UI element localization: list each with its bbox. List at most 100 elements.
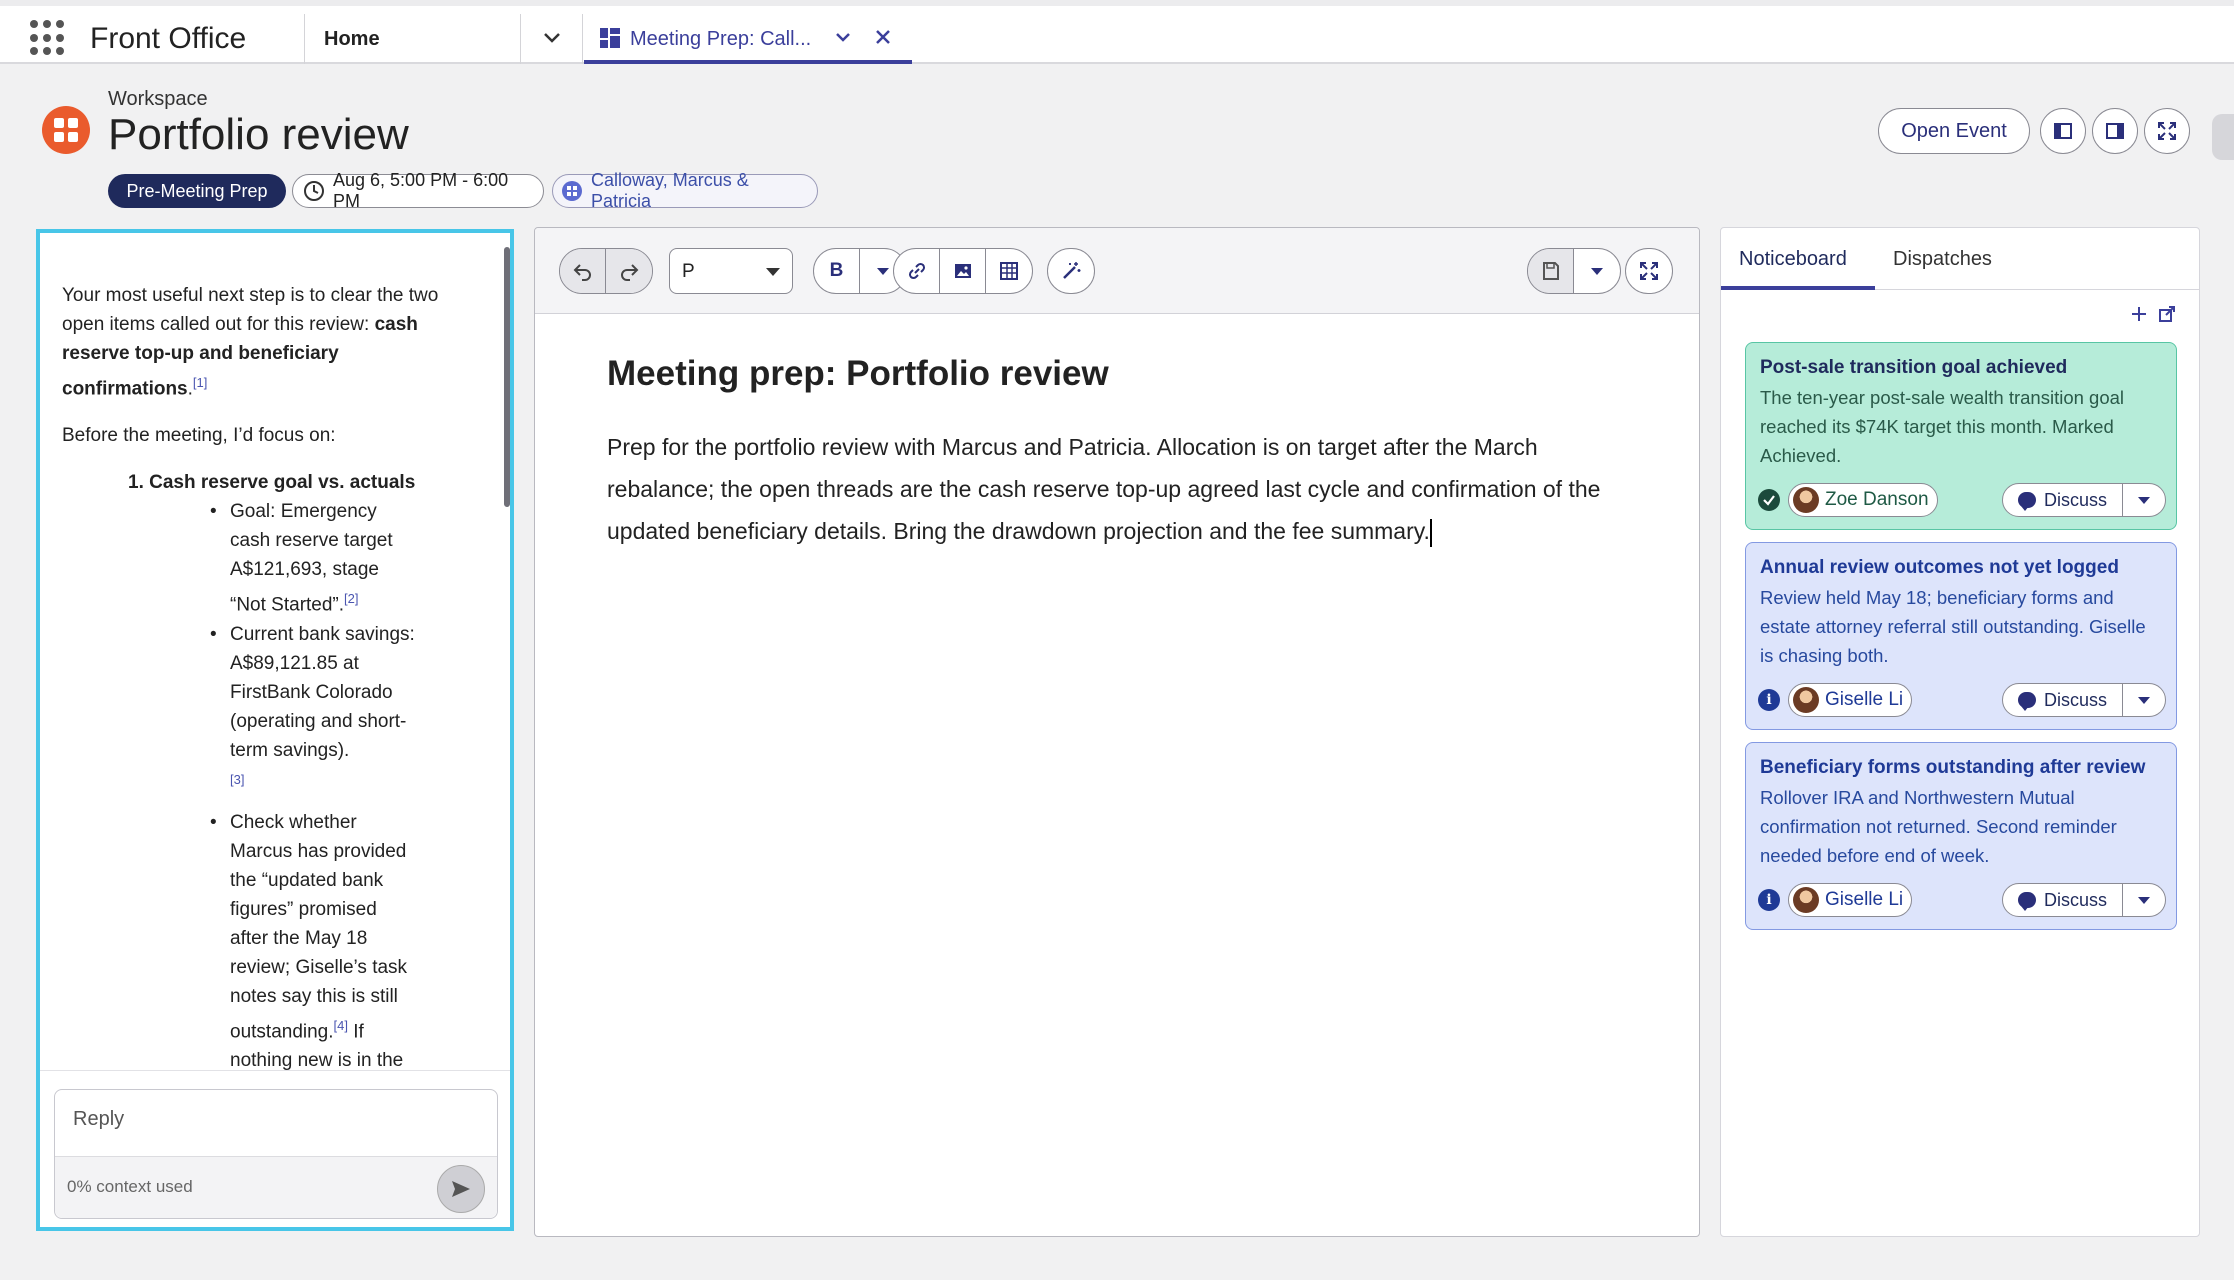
right-panel-toggle-icon[interactable] [2092,108,2138,154]
discuss-menu-dropdown[interactable] [2123,484,2165,516]
notice-card[interactable]: Annual review outcomes not yet logged Re… [1745,542,2177,730]
avatar [1793,887,1819,913]
save-button[interactable] [1528,249,1574,293]
notice-card[interactable]: Post-sale transition goal achieved The t… [1745,342,2177,530]
paragraph-format-select[interactable]: P [669,248,793,294]
discuss-menu-dropdown[interactable] [2123,684,2165,716]
bullet-item: Goal: Emergency cash reserve target A$12… [210,497,420,619]
document-body-text: Prep for the portfolio review with Marcu… [607,434,1601,544]
avatar [1793,487,1819,513]
send-icon [452,1181,470,1197]
global-nav: Front Office Home Meeting Prep: Call... [0,0,2234,64]
stage-pill[interactable]: Pre-Meeting Prep [108,174,286,208]
add-icon[interactable] [2129,304,2149,324]
discuss-button[interactable]: Discuss [2003,884,2123,916]
open-external-icon[interactable] [2157,304,2177,324]
discuss-button[interactable]: Discuss [2003,484,2123,516]
document-title[interactable]: Meeting prep: Portfolio review [607,354,1109,394]
table-icon [1000,262,1018,280]
tab-noticeboard[interactable]: Noticeboard [1739,248,1847,271]
undo-button[interactable] [560,249,606,293]
notice-actions [2129,304,2177,324]
app-launcher-icon[interactable] [30,20,66,56]
assignee-chip[interactable]: Giselle Li [1788,683,1913,717]
assistant-conversation[interactable]: Your most useful next step is to clear t… [40,233,510,1071]
notice-body: Review held May 18; beneficiary forms an… [1760,587,2146,666]
info-icon: i [1758,889,1780,911]
page-title: Portfolio review [108,110,409,159]
citation-link[interactable]: [3] [230,772,244,787]
assignee-name: Giselle Li [1825,689,1904,710]
caret-down-icon [2138,497,2150,504]
tab-dispatches[interactable]: Dispatches [1893,248,1992,271]
people-pill[interactable]: Calloway, Marcus & Patricia [552,170,818,211]
assistant-message: Your most useful next step is to clear t… [62,281,452,1070]
bold-button[interactable]: B [814,249,860,293]
save-options-dropdown[interactable] [1574,249,1620,293]
undo-icon [573,264,591,281]
context-usage: 0% context used [67,1177,193,1196]
caret-down-icon [2138,697,2150,704]
citation-link[interactable]: [2] [344,591,358,606]
nav-divider [582,14,583,64]
tab-home[interactable]: Home [324,28,380,51]
notice-card[interactable]: Beneficiary forms outstanding after revi… [1745,742,2177,930]
assignee-chip[interactable]: Zoe Danson [1788,483,1938,517]
chat-bubble-icon [2017,692,2036,711]
close-icon[interactable] [872,26,894,48]
avatar [1793,687,1819,713]
fullscreen-button[interactable] [1626,249,1672,293]
check-icon [1758,489,1780,511]
left-panel-toggle-icon[interactable] [2040,108,2086,154]
bullet-item: Check whether Marcus has provided the “u… [210,808,420,1070]
active-tab-indicator [1721,286,1875,290]
collapse-handle[interactable] [2212,114,2234,160]
assistant-panel: Your most useful next step is to clear t… [36,229,514,1231]
magic-wand-icon [1063,262,1081,279]
discuss-split-button: Discuss [2002,883,2166,917]
notice-footer: i Giselle Li Discuss [1758,683,2166,717]
stage-pill-label: Pre-Meeting Prep [126,180,268,201]
editor-toolbar: P B [535,228,1699,314]
ai-group [1047,248,1095,294]
send-button[interactable] [437,1165,485,1213]
table-button[interactable] [986,249,1032,293]
discuss-menu-dropdown[interactable] [2123,884,2165,916]
image-button[interactable] [940,249,986,293]
notice-title: Annual review outcomes not yet logged [1760,557,2119,578]
expand-icon[interactable] [2144,108,2190,154]
insert-group [893,248,1033,294]
reply-footer: 0% context used [55,1156,497,1218]
reply-input[interactable]: Reply [73,1108,124,1131]
assignee-name: Zoe Danson [1825,489,1929,510]
notice-title: Beneficiary forms outstanding after revi… [1760,757,2146,778]
chat-bubble-icon [2017,492,2036,511]
chat-bubble-icon [2017,892,2036,911]
discuss-label: Discuss [2043,489,2107,510]
tab-label: Meeting Prep: Call... [630,28,812,50]
nav-divider [520,14,521,64]
tab-overflow-chevron-icon[interactable] [538,24,566,52]
assignee-chip[interactable]: Giselle Li [1788,883,1913,917]
citation-link[interactable]: [1] [193,375,207,390]
discuss-button[interactable]: Discuss [2003,684,2123,716]
citation-link[interactable]: [4] [334,1018,348,1033]
document-body[interactable]: Prep for the portfolio review with Marcu… [607,426,1617,552]
link-button[interactable] [894,249,940,293]
format-value: P [682,261,695,282]
discuss-split-button: Discuss [2002,683,2166,717]
notice-footer: Zoe Danson Discuss [1758,483,2166,517]
bullet-item: Current bank savings: A$89,121.85 at Fir… [210,620,420,800]
discuss-label: Discuss [2043,689,2107,710]
time-pill[interactable]: Aug 6, 5:00 PM - 6:00 PM [292,170,544,211]
scrollbar-thumb[interactable] [504,247,510,507]
note-editor: P B Meeting prep: Portfolio review Prep … [534,227,1700,1237]
magic-wand-button[interactable] [1048,249,1094,293]
reply-box: Reply 0% context used [54,1089,498,1219]
open-event-button[interactable]: Open Event [1878,108,2030,154]
redo-button[interactable] [606,249,652,293]
tab-meeting-prep[interactable]: Meeting Prep: Call... [584,6,912,64]
people-pill-label: Calloway, Marcus & Patricia [591,170,749,211]
info-icon: i [1758,689,1780,711]
chevron-down-icon[interactable] [832,26,854,48]
